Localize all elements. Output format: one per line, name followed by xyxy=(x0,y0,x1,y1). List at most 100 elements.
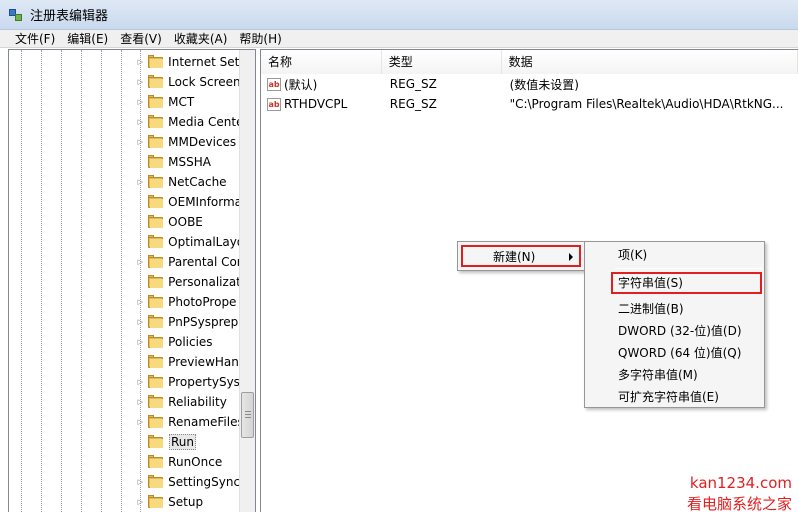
tree-item-label: OEMInforma xyxy=(168,195,241,209)
folder-icon xyxy=(147,475,165,489)
tree-item[interactable]: ▷ Internet Sett xyxy=(135,52,241,72)
folder-icon xyxy=(147,135,165,149)
tree-item[interactable]: OEMInforma xyxy=(135,192,241,212)
value-type: REG_SZ xyxy=(389,97,437,111)
tree-item[interactable]: ▷ NetCache xyxy=(135,172,241,192)
menu-file[interactable]: 文件(F) xyxy=(9,30,61,48)
tree-item-label: Policies xyxy=(168,335,213,349)
tree-item[interactable]: ▷ SettingSync xyxy=(135,472,241,492)
expand-arrow-icon[interactable]: ▷ xyxy=(135,412,146,432)
watermark-site-name: 看电脑系统之家 xyxy=(686,495,792,512)
tree-item-label: Internet Sett xyxy=(168,55,241,69)
string-value-icon: ab xyxy=(267,77,281,91)
folder-icon xyxy=(147,55,165,69)
expand-arrow-icon[interactable]: ▷ xyxy=(135,52,146,72)
tree-item[interactable]: ▷ Media Cente xyxy=(135,112,241,132)
string-value-icon: ab xyxy=(267,97,281,111)
folder-icon xyxy=(147,195,165,209)
tree-item[interactable]: ▷ PropertySys xyxy=(135,372,241,392)
tree-item-label: Media Cente xyxy=(168,115,241,129)
folder-icon xyxy=(147,375,165,389)
expand-arrow-icon[interactable]: ▷ xyxy=(135,172,146,192)
tree-item-label: PropertySys xyxy=(168,375,240,389)
expand-arrow-icon[interactable]: ▷ xyxy=(135,92,146,112)
tree-item[interactable]: ▷ Setup xyxy=(135,492,241,512)
tree-item[interactable]: Personalizat xyxy=(135,272,241,292)
folder-icon xyxy=(147,295,165,309)
tree-guide-lines xyxy=(9,50,141,512)
tree-item[interactable]: OOBE xyxy=(135,212,241,232)
expand-arrow-icon[interactable]: ▷ xyxy=(135,332,146,352)
tree-item[interactable]: ▷ Policies xyxy=(135,332,241,352)
menu-view[interactable]: 查看(V) xyxy=(114,30,168,48)
folder-icon xyxy=(147,455,165,469)
submenu-item-key[interactable]: 项(K) xyxy=(585,244,764,266)
expand-arrow-icon[interactable]: ▷ xyxy=(135,392,146,412)
submenu-item-binary-value[interactable]: 二进制值(B) xyxy=(585,298,764,320)
tree-item[interactable]: ▷ Lock Screen xyxy=(135,72,241,92)
folder-icon xyxy=(147,395,165,409)
folder-icon xyxy=(147,95,165,109)
menu-edit[interactable]: 编辑(E) xyxy=(61,30,114,48)
new-submenu: 项(K) 字符串值(S) 二进制值(B) DWORD (32-位)值(D) QW… xyxy=(584,241,765,408)
tree-item[interactable]: ▷ PhotoPrope xyxy=(135,292,241,312)
tree-item[interactable]: Run xyxy=(135,432,241,452)
list-row[interactable]: ab (默认) REG_SZ (数值未设置) xyxy=(261,74,798,94)
expand-arrow-icon[interactable]: ▷ xyxy=(135,492,146,512)
tree-item[interactable]: OptimalLayo xyxy=(135,232,241,252)
tree-item[interactable]: ▷ RenameFiles xyxy=(135,412,241,432)
value-name: RTHDVCPL xyxy=(284,97,348,111)
registry-tree[interactable]: ▷ Internet Sett ▷ Lock Screen ▷ MCT ▷ Media Cen… xyxy=(8,49,256,512)
tree-item[interactable]: MSSHA xyxy=(135,152,241,172)
tree-item[interactable]: RunOnce xyxy=(135,452,241,472)
expand-arrow-icon[interactable]: ▷ xyxy=(135,312,146,332)
expand-arrow-icon[interactable]: ▷ xyxy=(135,112,146,132)
folder-icon xyxy=(147,315,165,329)
tree-scroll-thumb[interactable] xyxy=(241,392,254,438)
menu-bar: 文件(F) 编辑(E) 查看(V) 收藏夹(A) 帮助(H) xyxy=(0,30,798,48)
tree-item-label: RenameFiles xyxy=(168,415,241,429)
list-row[interactable]: ab RTHDVCPL REG_SZ "C:\Program Files\Real… xyxy=(261,94,798,114)
expand-arrow-icon[interactable]: ▷ xyxy=(135,372,146,392)
expand-arrow-icon[interactable]: ▷ xyxy=(135,472,146,492)
folder-icon xyxy=(147,75,165,89)
tree-item-label: PreviewHan xyxy=(168,355,239,369)
tree-item[interactable]: ▷ Parental Cor xyxy=(135,252,241,272)
title-bar: 注册表编辑器 xyxy=(0,0,798,30)
expand-arrow-icon[interactable]: ▷ xyxy=(135,252,146,272)
new-label: 新建(N) xyxy=(493,249,536,264)
expand-arrow-icon[interactable]: ▷ xyxy=(135,132,146,152)
value-type: REG_SZ xyxy=(389,77,437,91)
tree-item[interactable]: ▷ Reliability xyxy=(135,392,241,412)
folder-icon xyxy=(147,155,165,169)
tree-item-label: Lock Screen xyxy=(168,75,241,89)
folder-icon xyxy=(147,115,165,129)
submenu-item-multi-string-value[interactable]: 多字符串值(M) xyxy=(585,364,764,386)
submenu-item-dword-value[interactable]: DWORD (32-位)值(D) xyxy=(585,320,764,342)
tree-item[interactable]: ▷ MMDevices xyxy=(135,132,241,152)
menu-help[interactable]: 帮助(H) xyxy=(233,30,287,48)
folder-icon xyxy=(147,235,165,249)
column-name[interactable]: 名称 xyxy=(261,50,382,74)
folder-icon xyxy=(147,275,165,289)
tree-list: ▷ Internet Sett ▷ Lock Screen ▷ MCT ▷ Media Cen… xyxy=(135,52,241,512)
submenu-arrow-icon xyxy=(569,253,573,261)
submenu-item-string-value[interactable]: 字符串值(S) xyxy=(611,272,762,294)
tree-item[interactable]: ▷ PnPSysprep xyxy=(135,312,241,332)
column-data[interactable]: 数据 xyxy=(501,50,798,74)
menu-favorites[interactable]: 收藏夹(A) xyxy=(168,30,234,48)
context-menu-new[interactable]: 新建(N) xyxy=(461,245,581,267)
expand-arrow-icon[interactable]: ▷ xyxy=(135,292,146,312)
submenu-item-qword-value[interactable]: QWORD (64 位)值(Q) xyxy=(585,342,764,364)
tree-scrollbar[interactable] xyxy=(239,50,255,512)
column-type[interactable]: 类型 xyxy=(381,50,502,74)
tree-item-label: RunOnce xyxy=(168,455,223,469)
tree-item[interactable]: PreviewHan xyxy=(135,352,241,372)
folder-icon xyxy=(147,495,165,509)
tree-item[interactable]: ▷ MCT xyxy=(135,92,241,112)
expand-arrow-icon[interactable]: ▷ xyxy=(135,72,146,92)
submenu-item-expandable-string-value[interactable]: 可扩充字符串值(E) xyxy=(585,386,764,408)
